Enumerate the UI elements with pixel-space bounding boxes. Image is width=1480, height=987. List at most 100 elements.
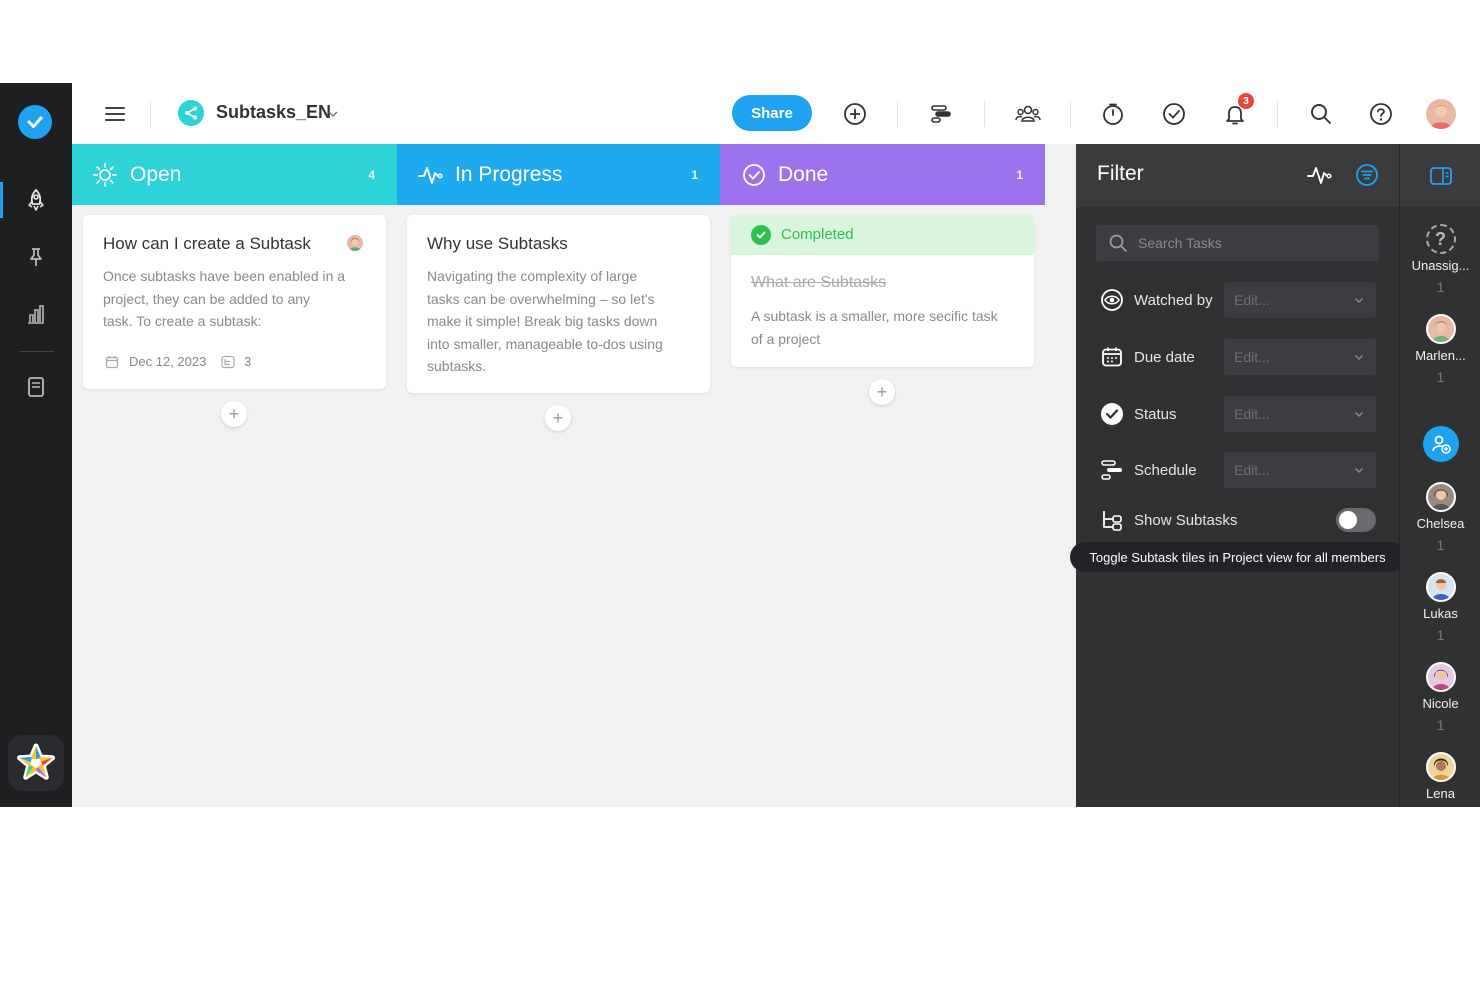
column-body-done: Completed What are Subtasks A subtask is…	[720, 205, 1045, 807]
show-subtasks-toggle[interactable]	[1336, 508, 1376, 532]
schedule-icon[interactable]	[927, 100, 955, 128]
task-description: Once subtasks have been enabled in a pro…	[103, 268, 346, 329]
search-icon	[1108, 233, 1128, 253]
add-member-button[interactable]	[1400, 426, 1480, 462]
member-chelsea[interactable]: Chelsea 1	[1400, 482, 1480, 553]
divider	[1070, 101, 1071, 127]
task-title: What are Subtasks	[751, 274, 887, 291]
rocket-icon[interactable]	[0, 180, 72, 220]
hamburger-menu-icon[interactable]	[100, 101, 130, 127]
assignee-avatar	[347, 235, 363, 251]
search-input[interactable]	[1138, 235, 1368, 251]
column-count: 4	[368, 167, 375, 182]
search-field[interactable]	[1096, 225, 1379, 261]
member-marlen[interactable]: Marlen... 1	[1400, 314, 1480, 385]
star-icon[interactable]	[8, 735, 64, 791]
column-header-in-progress[interactable]: In Progress 1	[397, 144, 720, 205]
filter-row-watched-by: Watched by Edit...	[1100, 282, 1380, 318]
add-circle-icon[interactable]	[841, 100, 869, 128]
due-date-select[interactable]: Edit...	[1224, 339, 1376, 375]
add-user-icon	[1422, 426, 1459, 462]
activity-icon[interactable]	[1306, 163, 1332, 187]
task-card[interactable]: Completed What are Subtasks A subtask is…	[731, 215, 1034, 367]
task-card[interactable]: Why use Subtasks Navigating the complexi…	[407, 215, 710, 393]
divider	[1277, 101, 1278, 127]
divider	[984, 101, 985, 127]
filter-header: Filter	[1076, 144, 1399, 207]
user-avatar[interactable]	[1426, 99, 1456, 129]
column-header-done[interactable]: Done 1	[720, 144, 1045, 205]
eye-icon	[1100, 288, 1124, 312]
add-task-button[interactable]: +	[221, 401, 247, 427]
chevron-down-icon	[1354, 293, 1364, 307]
filter-panel: Filter Watched by Edit...	[1070, 144, 1405, 807]
add-task-button[interactable]: +	[869, 379, 895, 405]
schedule-select[interactable]: Edit...	[1224, 452, 1376, 488]
member-lukas[interactable]: Lukas 1	[1400, 572, 1480, 643]
column-body-open: How can I create a Subtask Once subtasks…	[72, 205, 397, 807]
pin-icon[interactable]	[0, 237, 72, 277]
project-share-icon	[178, 100, 204, 126]
due-date: Dec 12, 2023	[129, 354, 207, 369]
subtask-icon	[1100, 508, 1124, 532]
project-title[interactable]: Subtasks_EN	[216, 102, 331, 123]
task-title: How can I create a Subtask	[103, 234, 311, 253]
search-icon[interactable]	[1307, 100, 1335, 128]
task-description: A subtask is a smaller, more secific tas…	[751, 308, 998, 347]
filter-label: Schedule	[1134, 461, 1197, 479]
team-icon[interactable]	[1013, 100, 1043, 128]
check-circle-icon	[742, 163, 766, 187]
task-card[interactable]: How can I create a Subtask Once subtasks…	[83, 215, 386, 389]
chevron-down-icon	[1354, 463, 1364, 477]
chevron-down-icon	[1354, 407, 1364, 421]
app-window: Subtasks_EN Share 3 Open 4 How can I cre…	[0, 83, 1480, 807]
member-unassigned[interactable]: ? Unassig... 1	[1400, 224, 1480, 295]
tooltip: Toggle Subtask tiles in Project view for…	[1070, 542, 1405, 572]
chevron-down-icon	[1354, 350, 1364, 364]
members-rail: ? Unassig... 1 Marlen... 1 Chelsea 1 Luk…	[1399, 144, 1480, 807]
filter-title: Filter	[1097, 162, 1144, 185]
sun-icon	[92, 162, 118, 188]
avatar	[1425, 752, 1456, 782]
add-task-button[interactable]: +	[545, 405, 571, 431]
filter-label: Status	[1134, 405, 1177, 423]
divider	[150, 101, 151, 127]
status-select[interactable]: Edit...	[1224, 396, 1376, 432]
filter-row-schedule: Schedule Edit...	[1100, 452, 1380, 488]
filter-icon[interactable]	[1355, 163, 1379, 187]
column-header-open[interactable]: Open 4	[72, 144, 397, 205]
column-body-in-progress: Why use Subtasks Navigating the complexi…	[397, 205, 720, 807]
check-circle-icon[interactable]	[1160, 100, 1188, 128]
app-logo-icon[interactable]	[18, 105, 52, 139]
column-count: 1	[691, 167, 698, 182]
timer-icon[interactable]	[1099, 100, 1127, 128]
help-icon[interactable]	[1367, 100, 1395, 128]
task-description: Navigating the complexity of large tasks…	[427, 268, 663, 374]
share-button[interactable]: Share	[732, 95, 812, 131]
filter-row-due-date: Due date Edit...	[1100, 339, 1380, 375]
panel-toggle-icon[interactable]	[1400, 144, 1480, 207]
board-gap	[1045, 144, 1076, 807]
notification-badge: 3	[1238, 93, 1254, 109]
column-title: Open	[130, 162, 182, 186]
column-title: Done	[778, 162, 829, 186]
member-lena[interactable]: Lena	[1400, 752, 1480, 801]
calendar-icon	[105, 355, 119, 369]
subtask-icon	[221, 355, 235, 369]
completed-check-icon	[751, 225, 771, 245]
bar-chart-icon[interactable]	[0, 294, 72, 334]
watched-by-select[interactable]: Edit...	[1224, 282, 1376, 318]
filter-label: Show Subtasks	[1134, 511, 1238, 529]
check-circle-icon	[1100, 402, 1124, 426]
filter-label: Due date	[1134, 348, 1195, 366]
column-count: 1	[1016, 167, 1023, 182]
avatar	[1425, 314, 1456, 344]
filter-row-status: Status Edit...	[1100, 396, 1380, 432]
completed-label: Completed	[781, 226, 854, 243]
left-rail	[0, 83, 72, 807]
task-title: Why use Subtasks	[427, 234, 568, 253]
notes-icon[interactable]	[0, 367, 72, 407]
member-nicole[interactable]: Nicole 1	[1400, 662, 1480, 733]
chevron-down-icon[interactable]	[326, 107, 340, 121]
divider	[897, 101, 898, 127]
